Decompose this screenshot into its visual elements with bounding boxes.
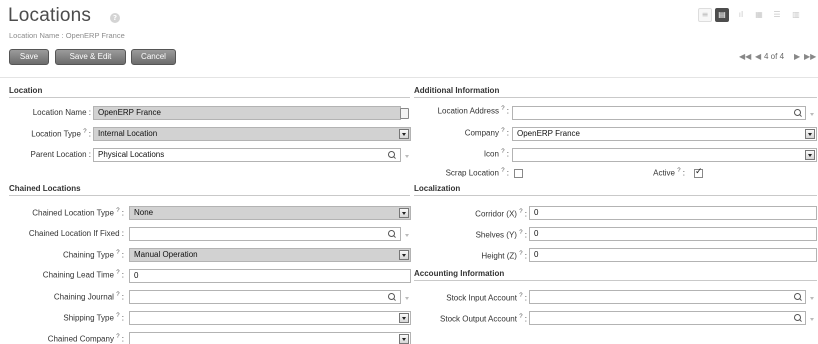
scrap-location-label: Scrap Location ? : — [445, 168, 509, 178]
chevron-down-icon[interactable] — [805, 150, 815, 160]
chained-location-fixed-field[interactable] — [129, 227, 401, 241]
header-divider — [0, 77, 818, 78]
icon-label: Icon ? : — [483, 149, 509, 159]
search-icon[interactable] — [388, 230, 396, 238]
diagram-view-icon[interactable]: ▥ — [789, 8, 803, 22]
location-name-label: Location Name : — [32, 108, 91, 117]
dropdown-arrow-icon[interactable] — [405, 234, 409, 237]
pager-next-button[interactable]: ▶ — [794, 52, 800, 61]
shipping-type-select[interactable] — [129, 311, 411, 325]
company-select[interactable]: OpenERP France — [512, 127, 817, 141]
dropdown-arrow-icon[interactable] — [810, 318, 814, 321]
dropdown-arrow-icon[interactable] — [810, 113, 814, 116]
dropdown-arrow-icon[interactable] — [405, 155, 409, 158]
chevron-down-icon[interactable] — [399, 129, 409, 139]
chaining-type-select[interactable]: Manual Operation — [129, 248, 411, 262]
chevron-down-icon[interactable] — [399, 313, 409, 323]
page-title: Locations — [8, 5, 92, 26]
section-localization: Localization — [414, 184, 817, 196]
chained-company-select[interactable] — [129, 332, 411, 344]
chevron-down-icon[interactable] — [399, 334, 409, 344]
chaining-lead-time-field[interactable]: 0 — [129, 269, 411, 283]
section-location: Location — [9, 86, 410, 98]
location-type-label: Location Type ? : — [31, 129, 91, 139]
location-name-field[interactable]: OpenERP France — [93, 106, 401, 120]
list-view-icon[interactable]: ≡ — [698, 8, 712, 22]
company-label: Company ? : — [464, 128, 509, 138]
pager-prev-button[interactable]: ◀ — [755, 52, 761, 61]
active-label: Active ? : — [653, 168, 685, 178]
page-subtitle: Location Name : OpenERP France — [9, 31, 125, 40]
scrap-location-checkbox[interactable] — [514, 169, 523, 178]
parent-location-field[interactable]: Physical Locations — [93, 148, 401, 162]
gantt-view-icon[interactable]: ☰ — [770, 8, 784, 22]
chaining-lead-time-label: Chaining Lead Time ? : — [42, 270, 124, 280]
corridor-label: Corridor (X) ? : — [475, 209, 527, 219]
translate-icon[interactable] — [400, 108, 409, 119]
graph-view-icon[interactable]: ıl — [734, 8, 748, 22]
calendar-view-icon[interactable]: ▦ — [752, 8, 766, 22]
pager-first-button[interactable]: ◀◀ — [739, 52, 751, 61]
help-icon[interactable]: ? — [110, 13, 120, 23]
shelves-label: Shelves (Y) ? : — [475, 230, 527, 240]
location-address-label: Location Address ? : — [437, 106, 509, 116]
chained-company-label: Chained Company ? : — [47, 334, 124, 344]
chaining-journal-field[interactable] — [129, 290, 401, 304]
cancel-button[interactable]: Cancel — [131, 49, 176, 65]
chained-location-type-select[interactable]: None — [129, 206, 411, 220]
dropdown-arrow-icon[interactable] — [810, 297, 814, 300]
chevron-down-icon[interactable] — [805, 129, 815, 139]
search-icon[interactable] — [794, 314, 802, 322]
icon-select[interactable] — [512, 148, 817, 162]
section-chained-locations: Chained Locations — [9, 184, 410, 196]
stock-output-account-label: Stock Output Account ? : — [440, 314, 527, 324]
pager-status: 4 of 4 — [764, 52, 785, 61]
save-button[interactable]: Save — [9, 49, 49, 65]
search-icon[interactable] — [388, 151, 396, 159]
stock-input-account-field[interactable] — [529, 290, 806, 304]
stock-input-account-label: Stock Input Account ? : — [446, 293, 527, 303]
search-icon[interactable] — [794, 293, 802, 301]
chaining-journal-label: Chaining Journal ? : — [53, 292, 124, 302]
chained-location-fixed-label: Chained Location If Fixed : — [28, 229, 124, 238]
chained-location-type-label: Chained Location Type ? : — [32, 208, 124, 218]
save-and-edit-button[interactable]: Save & Edit — [55, 49, 126, 65]
chevron-down-icon[interactable] — [399, 208, 409, 218]
search-icon[interactable] — [794, 109, 802, 117]
section-accounting-information: Accounting Information — [414, 269, 817, 281]
chaining-type-label: Chaining Type ? : — [62, 250, 124, 260]
form-view-icon[interactable]: ▤ — [715, 8, 729, 22]
section-additional-information: Additional Information — [414, 86, 817, 98]
pager-last-button[interactable]: ▶▶ — [804, 52, 816, 61]
page-header: Locations ? Location Name : OpenERP Fran… — [0, 0, 818, 86]
height-field[interactable]: 0 — [529, 248, 817, 262]
shelves-field[interactable]: 0 — [529, 227, 817, 241]
shipping-type-label: Shipping Type ? : — [63, 313, 124, 323]
chevron-down-icon[interactable] — [399, 250, 409, 260]
height-label: Height (Z) ? : — [481, 251, 527, 261]
corridor-field[interactable]: 0 — [529, 206, 817, 220]
stock-output-account-field[interactable] — [529, 311, 806, 325]
location-type-select[interactable]: Internal Location — [93, 127, 411, 141]
search-icon[interactable] — [388, 293, 396, 301]
dropdown-arrow-icon[interactable] — [405, 297, 409, 300]
parent-location-label: Parent Location : — [30, 150, 91, 159]
active-checkbox[interactable] — [694, 167, 703, 178]
location-address-field[interactable] — [512, 106, 806, 120]
